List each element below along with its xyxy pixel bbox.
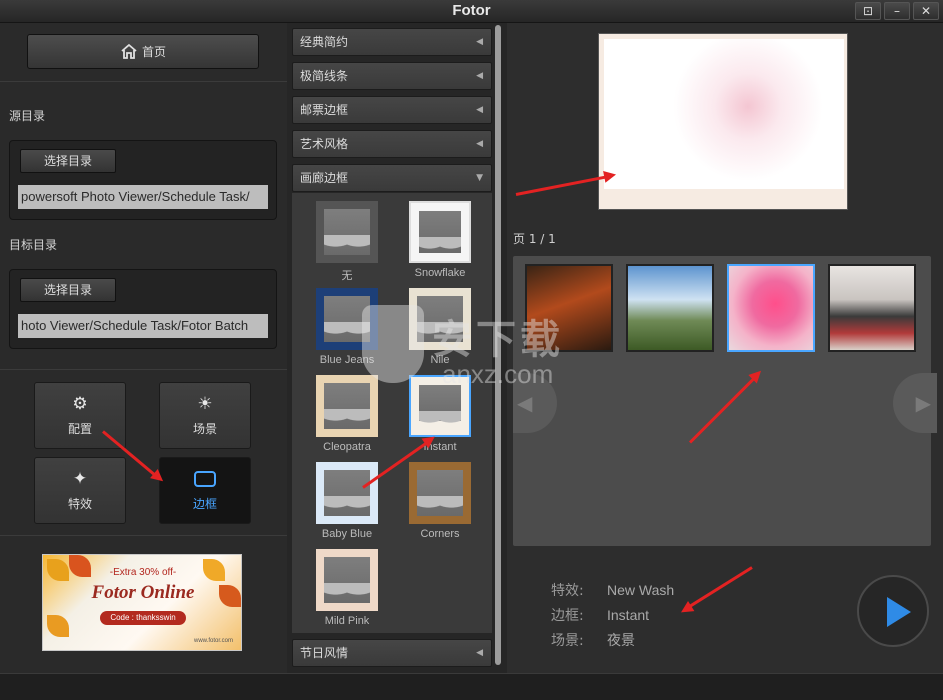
home-button[interactable]: 首页: [27, 34, 259, 69]
leaf-icon: [47, 615, 69, 637]
category-stamp[interactable]: 邮票边框 ◀: [292, 96, 492, 124]
preview-image: [598, 33, 848, 210]
info-frame: 边框: Instant: [551, 605, 649, 625]
frame-thumb-mild-pink[interactable]: Mild Pink: [305, 545, 389, 629]
photo-thumb-3[interactable]: [727, 264, 815, 352]
frame-button[interactable]: 边框: [159, 457, 251, 524]
target-path-field[interactable]: hoto Viewer/Schedule Task/Fotor Batch: [18, 314, 268, 338]
page-total: 1: [548, 232, 556, 246]
home-label: 首页: [141, 45, 166, 59]
triangle-left-icon: ◀: [476, 105, 483, 115]
target-dir-label: 目标目录: [9, 238, 58, 252]
info-key: 特效:: [551, 583, 584, 599]
category-label: 画廊边框: [300, 171, 349, 185]
triangle-left-icon: ◀: [476, 139, 483, 149]
photo-thumb-2[interactable]: [626, 264, 714, 352]
photo-strip: [513, 256, 931, 546]
category-holiday[interactable]: 节日风情 ◀: [292, 639, 492, 667]
frame-caption: Snowflake: [414, 267, 466, 279]
category-classic[interactable]: 经典简约 ◀: [292, 28, 492, 56]
arrow-right-icon: ▶: [915, 391, 931, 415]
promo-url: www.fotor.com: [193, 638, 233, 644]
category-label: 极简线条: [300, 69, 349, 83]
frame-thumb-snowflake[interactable]: Snowflake: [398, 197, 482, 281]
frame-caption: Baby Blue: [321, 528, 373, 540]
close-button[interactable]: ✕: [913, 2, 939, 20]
promo-banner[interactable]: -Extra 30% off- Fotor Online Code : than…: [42, 554, 242, 651]
promo-extra: -Extra 30% off-: [109, 567, 177, 578]
category-label: 节日风情: [300, 646, 349, 660]
scene-button[interactable]: ☀ 场景: [159, 382, 251, 449]
info-value: 夜景: [607, 632, 635, 648]
window-title: Fotor: [452, 2, 491, 19]
page-label: 页: [513, 232, 526, 246]
title-bar: Fotor ⊡ – ✕: [0, 0, 943, 23]
sparkle-icon: ✦: [72, 469, 88, 489]
category-label: 经典简约: [300, 35, 349, 49]
frame-grid: 无 Snowflake Blue Jeans Nile Cleopatra In…: [292, 193, 492, 633]
shield-icon: [362, 305, 424, 383]
watermark-text: 安下载: [432, 317, 564, 363]
triangle-left-icon: ◀: [476, 37, 483, 47]
watermark-url: anxz.com: [442, 359, 554, 389]
triangle-left-icon: ◀: [476, 71, 483, 81]
info-value: Instant: [607, 607, 650, 623]
frame-label: 边框: [192, 497, 217, 511]
target-dir-box: 选择目录 hoto Viewer/Schedule Task/Fotor Bat…: [9, 269, 277, 349]
effects-label: 特效: [67, 497, 92, 511]
config-label: 配置: [67, 422, 92, 436]
source-dir-label: 源目录: [9, 109, 46, 123]
category-label: 艺术风格: [300, 137, 349, 151]
category-minimal-lines[interactable]: 极简线条 ◀: [292, 62, 492, 90]
sun-icon: ☀: [197, 394, 213, 414]
promo-code: Code : thanksswin: [100, 611, 186, 625]
frame-caption: Cleopatra: [323, 441, 371, 453]
frame-caption: 无: [341, 270, 353, 282]
watermark: 安下载 anxz.com: [362, 305, 612, 395]
source-choose-button[interactable]: 选择目录: [20, 149, 116, 173]
frame-thumb-baby-blue[interactable]: Baby Blue: [305, 458, 389, 542]
category-gallery[interactable]: 画廊边框 ▼: [292, 164, 492, 192]
info-key: 场景:: [551, 633, 584, 649]
divider: [0, 535, 287, 536]
start-button[interactable]: [857, 575, 929, 647]
frame-caption: Mild Pink: [324, 615, 370, 627]
left-panel: 首页 源目录 选择目录 powersoft Photo Viewer/Sched…: [0, 23, 287, 673]
info-scene: 场景: 夜景: [551, 630, 635, 650]
divider: [0, 81, 287, 82]
gear-icon: ⚙: [72, 394, 88, 414]
status-bar: [0, 673, 943, 700]
page-indicator: 页 1 / 1: [513, 232, 556, 246]
triangle-left-icon: ◀: [476, 648, 483, 658]
frame-icon: [194, 471, 216, 487]
home-icon: [121, 43, 137, 59]
frame-thumb-none[interactable]: 无: [305, 197, 389, 282]
category-art[interactable]: 艺术风格 ◀: [292, 130, 492, 158]
minimize-button[interactable]: –: [884, 2, 910, 20]
photo-thumb-4[interactable]: [828, 264, 916, 352]
promo-title: Fotor Online: [91, 582, 195, 603]
divider: [0, 369, 287, 370]
target-choose-button[interactable]: 选择目录: [20, 278, 116, 302]
info-effect: 特效: New Wash: [551, 580, 674, 600]
page-current: 1: [528, 232, 537, 246]
restore-button[interactable]: ⊡: [855, 2, 881, 20]
source-path-field[interactable]: powersoft Photo Viewer/Schedule Task/: [18, 185, 268, 209]
triangle-down-icon: ▼: [476, 173, 483, 183]
info-key: 边框:: [551, 608, 584, 624]
frame-thumb-corners[interactable]: Corners: [398, 458, 482, 542]
effects-button[interactable]: ✦ 特效: [34, 457, 126, 524]
source-dir-box: 选择目录 powersoft Photo Viewer/Schedule Tas…: [9, 140, 277, 220]
category-label: 邮票边框: [300, 103, 349, 117]
info-value: New Wash: [607, 582, 675, 598]
scene-label: 场景: [192, 422, 217, 436]
frame-caption: Corners: [420, 528, 460, 540]
